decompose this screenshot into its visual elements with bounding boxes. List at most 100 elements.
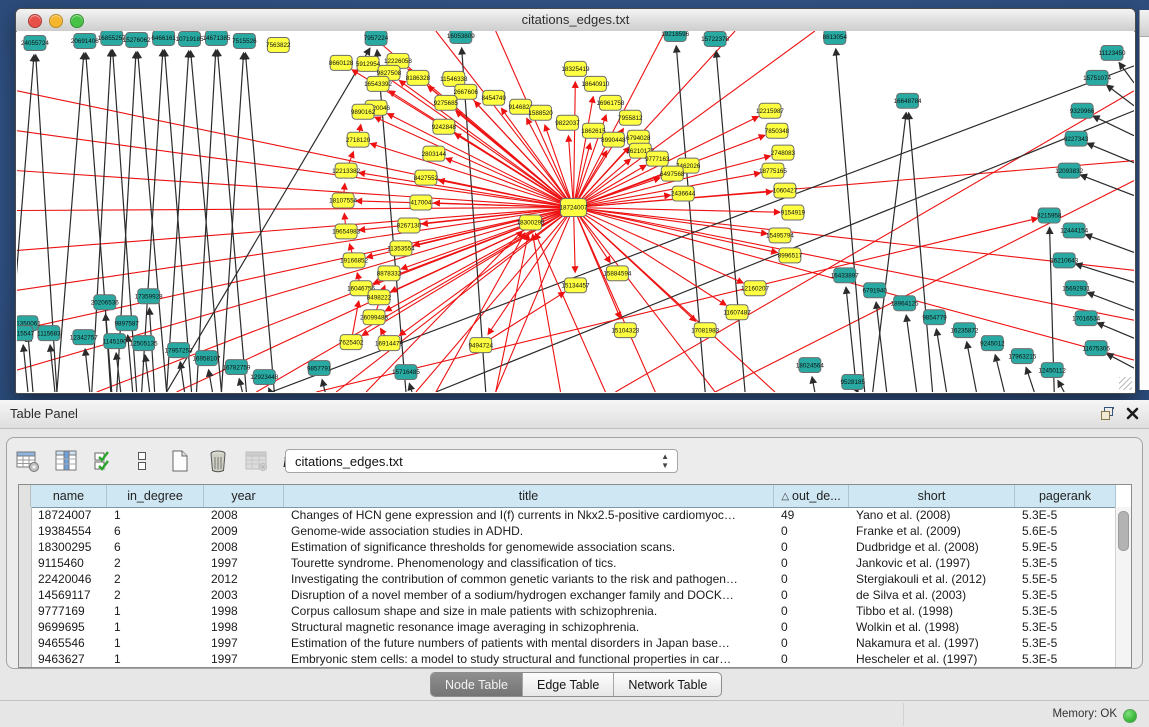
- table-row[interactable]: 946554611997Estimation of the future num…: [32, 635, 1131, 651]
- table-row[interactable]: 977716911998Corpus callosum shape and si…: [32, 603, 1131, 619]
- graph-node[interactable]: 8498222: [367, 290, 392, 305]
- graph-node[interactable]: 16958107: [193, 351, 221, 366]
- graph-node[interactable]: 2436644: [671, 186, 696, 201]
- graph-node[interactable]: 9890162: [351, 104, 376, 119]
- graph-node[interactable]: 8454749: [482, 90, 507, 105]
- edge[interactable]: [909, 113, 933, 392]
- graph-node[interactable]: 11353554: [387, 241, 415, 256]
- column-header-pagerank[interactable]: pagerank: [1015, 485, 1116, 507]
- graph-node[interactable]: 9329966: [1070, 103, 1095, 118]
- network-graph[interactable]: 2405572420691406168552571527606264661611…: [17, 31, 1134, 392]
- graph-node[interactable]: 18300295: [517, 215, 545, 230]
- edge[interactable]: [873, 113, 906, 392]
- edge[interactable]: [574, 208, 778, 253]
- graph-node[interactable]: 24055724: [21, 35, 49, 50]
- graph-node[interactable]: 9857791: [307, 361, 332, 376]
- tab-node-table[interactable]: Node Table: [431, 673, 522, 696]
- edge[interactable]: [1119, 63, 1134, 83]
- graph-node[interactable]: 9822037: [555, 115, 580, 130]
- edge[interactable]: [221, 53, 243, 392]
- graph-node[interactable]: 16053809: [447, 31, 475, 43]
- graph-node[interactable]: 8660128: [329, 55, 354, 70]
- edge[interactable]: [496, 208, 574, 392]
- table-row[interactable]: 1830029562008Estimation of significance …: [32, 539, 1131, 555]
- table-row[interactable]: 1938455462009Genome-wide association stu…: [32, 523, 1131, 539]
- graph-node[interactable]: 9494724: [469, 338, 494, 353]
- table-settings-icon[interactable]: [14, 447, 42, 475]
- graph-node[interactable]: 18640910: [582, 76, 610, 91]
- edge[interactable]: [481, 292, 565, 345]
- edge[interactable]: [269, 388, 271, 392]
- table-row[interactable]: 969969511998Structural magnetic resonanc…: [32, 619, 1131, 635]
- edge[interactable]: [209, 370, 213, 392]
- edge[interactable]: [316, 218, 1037, 392]
- edge[interactable]: [995, 355, 1004, 392]
- edge[interactable]: [17, 55, 34, 392]
- graph-node[interactable]: 15751074: [1083, 70, 1111, 85]
- graph-node[interactable]: 26099488: [360, 310, 388, 325]
- graph-node[interactable]: 17359928: [135, 289, 163, 304]
- edge[interactable]: [1107, 85, 1134, 106]
- graph-node[interactable]: 7563822: [266, 37, 291, 52]
- float-panel-icon[interactable]: [1100, 407, 1115, 426]
- show-columns-icon[interactable]: [52, 447, 80, 475]
- graph-node[interactable]: 8878332: [377, 266, 402, 281]
- graph-node[interactable]: 15276062: [123, 32, 151, 47]
- table-row[interactable]: 946362711997Embryonic stem cells: a mode…: [32, 651, 1131, 667]
- tab-network-table[interactable]: Network Table: [613, 673, 721, 696]
- graph-node[interactable]: 15884594: [603, 266, 631, 281]
- edge[interactable]: [967, 342, 977, 392]
- graph-node[interactable]: 417004: [410, 195, 432, 210]
- graph-node[interactable]: 8427552: [414, 170, 439, 185]
- graph-node[interactable]: 15716485: [392, 365, 420, 380]
- graph-node[interactable]: 19218596: [661, 31, 689, 41]
- column-header-in_degree[interactable]: in_degree: [107, 485, 204, 507]
- graph-node[interactable]: 15722378: [701, 31, 729, 46]
- edge[interactable]: [17, 208, 574, 211]
- scrollbar-thumb[interactable]: [1118, 511, 1129, 551]
- delete-trash-icon[interactable]: [204, 447, 232, 475]
- graph-node[interactable]: 16210643: [1050, 253, 1078, 268]
- network-view-window[interactable]: citations_edges.txt 24055724206914061685…: [15, 8, 1136, 394]
- graph-node[interactable]: 12342757: [70, 330, 98, 345]
- graph-node[interactable]: 7955812: [618, 110, 643, 125]
- edge[interactable]: [812, 377, 815, 392]
- graph-node[interactable]: 2667606: [454, 84, 479, 99]
- table-row[interactable]: 911546021997Tourette syndrome. Phenomeno…: [32, 555, 1131, 571]
- graph-node[interactable]: 1060427: [773, 183, 798, 198]
- graph-node[interactable]: 18325419: [562, 61, 590, 76]
- graph-node[interactable]: 6791940: [862, 283, 887, 298]
- graph-node[interactable]: 9897587: [115, 316, 140, 331]
- graph-node[interactable]: 7850348: [765, 123, 790, 138]
- edge[interactable]: [245, 53, 274, 392]
- table-row[interactable]: 2242004622012Investigating the contribut…: [32, 571, 1131, 587]
- edge[interactable]: [936, 329, 946, 392]
- graph-node[interactable]: 8215958: [1037, 208, 1062, 223]
- edge[interactable]: [574, 208, 716, 392]
- edge[interactable]: [366, 231, 522, 392]
- graph-node[interactable]: 16235872: [951, 323, 979, 338]
- graph-node[interactable]: 8267130: [397, 218, 422, 233]
- graph-node[interactable]: 16782759: [222, 360, 250, 375]
- edge[interactable]: [615, 91, 1134, 392]
- table-row[interactable]: 1456911722003Disruption of a novel membe…: [32, 587, 1131, 603]
- graph-node[interactable]: 14671385: [203, 31, 231, 45]
- edge[interactable]: [28, 335, 33, 392]
- graph-node[interactable]: 2803144: [422, 146, 447, 161]
- edge[interactable]: [17, 171, 574, 208]
- network-canvas[interactable]: 2405572420691406168552571527606264661611…: [17, 31, 1134, 392]
- graph-node[interactable]: 12923448: [250, 370, 278, 385]
- graph-node[interactable]: 20691406: [71, 33, 99, 48]
- edge[interactable]: [409, 384, 412, 392]
- edge[interactable]: [180, 362, 184, 392]
- edge[interactable]: [1085, 235, 1134, 253]
- graph-node[interactable]: 16543392: [364, 76, 392, 91]
- graph-node[interactable]: 11675306: [1082, 341, 1110, 356]
- edge[interactable]: [1058, 381, 1064, 392]
- graph-node[interactable]: 1115683: [37, 326, 61, 341]
- graph-node[interactable]: 18107554: [329, 193, 357, 208]
- edge[interactable]: [906, 315, 916, 392]
- graph-node[interactable]: 18775165: [759, 163, 787, 178]
- edge[interactable]: [1087, 143, 1134, 162]
- graph-node[interactable]: 16914479: [375, 336, 403, 351]
